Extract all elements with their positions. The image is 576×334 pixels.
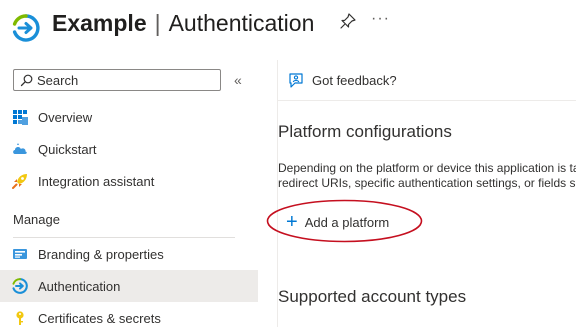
- search-input[interactable]: Search: [13, 69, 221, 91]
- sidebar-item-overview[interactable]: Overview: [0, 101, 258, 133]
- key-icon: [12, 310, 28, 326]
- app-name: Example: [52, 9, 147, 36]
- search-icon: [20, 74, 33, 86]
- sidebar-item-authentication[interactable]: Authentication: [0, 270, 258, 302]
- description-line: Depending on the platform or device this…: [278, 161, 576, 175]
- page-name: Authentication: [168, 9, 315, 36]
- sidebar-item-label: Overview: [38, 109, 93, 125]
- highlight-ellipse: [266, 199, 423, 243]
- pin-icon[interactable]: [339, 12, 357, 30]
- app-logo-icon: [12, 14, 40, 42]
- manage-section-label: Manage: [13, 212, 60, 227]
- authentication-icon: [12, 278, 28, 294]
- overview-grid-icon: [12, 109, 28, 125]
- sidebar-item-branding[interactable]: Branding & properties: [0, 238, 258, 270]
- sidebar-item-integration-assistant[interactable]: Integration assistant: [0, 165, 258, 197]
- rocket-icon: [12, 173, 28, 189]
- quickstart-cloud-icon: [12, 141, 28, 157]
- feedback-icon: [289, 73, 303, 88]
- feedback-label: Got feedback?: [312, 73, 397, 88]
- sidebar-item-label: Quickstart: [38, 141, 97, 157]
- platform-description: Depending on the platform or device this…: [278, 161, 576, 191]
- sidebar-item-label: Branding & properties: [38, 246, 164, 262]
- sidebar-item-quickstart[interactable]: Quickstart: [0, 133, 258, 165]
- sidebar-item-label: Authentication: [38, 278, 121, 294]
- feedback-button[interactable]: Got feedback?: [287, 72, 397, 89]
- sidebar-item-label: Integration assistant: [38, 173, 155, 189]
- title-separator: |: [154, 9, 161, 36]
- search-placeholder: Search: [37, 72, 79, 88]
- page-title: Example | Authentication: [52, 7, 314, 39]
- supported-account-types-heading: Supported account types: [278, 287, 467, 306]
- more-options-icon[interactable]: ···: [371, 10, 390, 28]
- command-bar-divider: [277, 100, 576, 101]
- branding-icon: [12, 246, 28, 262]
- sidebar-item-label: Certificates & secrets: [38, 310, 161, 326]
- platform-configurations-heading: Platform configurations: [278, 122, 452, 141]
- sidebar-item-certificates-secrets[interactable]: Certificates & secrets: [0, 302, 258, 334]
- description-line: redirect URIs, specific authentication s…: [278, 176, 576, 190]
- collapse-sidebar-icon[interactable]: «: [234, 72, 242, 88]
